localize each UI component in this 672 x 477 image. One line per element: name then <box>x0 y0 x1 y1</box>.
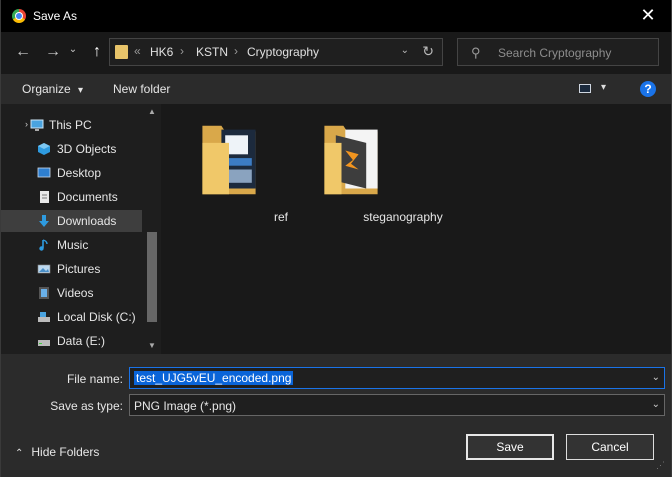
search-placeholder: Search Cryptography <box>498 46 612 60</box>
folder-icon <box>202 125 256 195</box>
up-arrow-icon[interactable]: ↑ <box>87 42 107 62</box>
scroll-down-icon[interactable]: ▼ <box>148 341 156 350</box>
file-name-value: test_UJG5vEU_encoded.png <box>134 371 294 385</box>
sidebar-item-label: Desktop <box>57 166 102 180</box>
sidebar-item-label: Downloads <box>57 214 117 228</box>
save-as-type-select[interactable]: PNG Image (*.png) ⌄ <box>129 394 665 416</box>
refresh-icon[interactable]: ↻ <box>422 43 434 60</box>
sidebar-item-label: Local Disk (C:) <box>57 310 136 324</box>
scrollbar-thumb[interactable] <box>147 232 157 322</box>
sidebar-scrollbar[interactable]: ▲ ▼ <box>144 104 160 354</box>
sidebar-item-label: Pictures <box>57 262 101 276</box>
pictures-icon <box>37 264 51 274</box>
hide-folders-label: Hide Folders <box>31 445 100 459</box>
search-icon: ⚲ <box>471 45 481 60</box>
view-options-icon[interactable] <box>579 84 591 93</box>
breadcrumb-cryptography[interactable]: Cryptography <box>247 45 319 59</box>
sidebar-item-music[interactable]: Music <box>1 234 142 256</box>
chrome-icon <box>12 9 26 23</box>
organize-chevron-icon: ▾ <box>78 85 84 96</box>
sidebar-item-3d-objects[interactable]: 3D Objects <box>1 138 142 160</box>
sidebar-item-label: Videos <box>57 286 94 300</box>
sidebar-item-label: This PC <box>49 118 92 132</box>
videos-icon <box>39 287 49 299</box>
help-icon[interactable]: ? <box>640 81 656 97</box>
folder-name: steganography <box>363 210 443 224</box>
folder-name: ref <box>273 210 288 224</box>
address-bar[interactable]: « HK6 › KSTN › Cryptography ⌄ ↻ <box>109 38 443 66</box>
sidebar-item-desktop[interactable]: Desktop <box>1 162 142 184</box>
save-as-dialog: Save As ✕ ← → ⌄ ↑ « HK6 › KSTN › Cryptog… <box>0 0 672 477</box>
hide-folders-button[interactable]: ⌃ Hide Folders <box>15 445 99 459</box>
view-options-chevron-icon[interactable]: ▾ <box>601 82 606 93</box>
sidebar-item-local-disk-c[interactable]: Local Disk (C:) <box>1 306 142 328</box>
save-button[interactable]: Save <box>466 434 554 460</box>
sidebar-item-videos[interactable]: Videos <box>1 282 142 304</box>
navigation-pane: › This PC 3D Objects Desktop Documents D… <box>1 104 161 354</box>
desktop-icon <box>37 167 51 178</box>
sidebar-item-this-pc[interactable]: › This PC <box>1 114 142 136</box>
chevron-down-icon[interactable]: ⌄ <box>652 372 660 383</box>
expand-chevron-icon[interactable]: › <box>25 119 28 129</box>
pc-icon <box>30 119 44 131</box>
scroll-up-icon[interactable]: ▲ <box>148 107 156 116</box>
file-list: ref steganography <box>161 104 671 354</box>
music-icon <box>39 239 48 251</box>
3d-objects-icon <box>38 143 50 155</box>
save-form: File name: test_UJG5vEU_encoded.png ⌄ Sa… <box>1 354 671 477</box>
back-arrow-icon[interactable]: ← <box>13 42 33 62</box>
breadcrumb-separator: › <box>180 44 184 58</box>
recent-locations-icon[interactable]: ⌄ <box>63 40 83 60</box>
cancel-button[interactable]: Cancel <box>566 434 654 460</box>
breadcrumb-hk6[interactable]: HK6 <box>150 45 173 59</box>
save-as-type-value: PNG Image (*.png) <box>134 399 237 413</box>
save-as-type-label: Save as type: <box>50 399 123 413</box>
command-bar: Organize ▾ New folder ▾ ? <box>1 74 671 104</box>
sidebar-item-label: Data (E:) <box>57 334 106 348</box>
navigation-bar: ← → ⌄ ↑ « HK6 › KSTN › Cryptography ⌄ ↻ … <box>1 32 671 74</box>
organize-label: Organize <box>22 82 71 96</box>
folder-icon <box>324 125 378 195</box>
new-folder-button[interactable]: New folder <box>113 82 170 96</box>
chevron-down-icon[interactable]: ⌄ <box>652 399 660 410</box>
search-box[interactable]: ⚲ Search Cryptography <box>457 38 659 66</box>
resize-grip-icon[interactable]: ⋰ <box>656 460 665 471</box>
breadcrumb-separator: › <box>234 44 238 58</box>
overflow-chevron-icon[interactable]: « <box>134 44 141 58</box>
sidebar-item-data-e[interactable]: Data (E:) <box>1 330 142 352</box>
address-dropdown-icon[interactable]: ⌄ <box>401 45 409 56</box>
organize-button[interactable]: Organize ▾ <box>22 82 83 96</box>
file-name-input[interactable]: test_UJG5vEU_encoded.png ⌄ <box>129 367 665 389</box>
forward-arrow-icon[interactable]: → <box>43 42 63 62</box>
downloads-icon <box>39 215 49 227</box>
title-bar: Save As ✕ <box>1 0 671 32</box>
sidebar-item-label: Documents <box>57 190 118 204</box>
breadcrumb-kstn[interactable]: KSTN <box>196 45 228 59</box>
sidebar-item-documents[interactable]: Documents <box>1 186 142 208</box>
sidebar-item-label: Music <box>57 238 89 252</box>
file-name-label: File name: <box>66 372 123 386</box>
local-disk-icon <box>38 312 50 322</box>
sidebar-item-label: 3D Objects <box>57 142 117 156</box>
sidebar-item-downloads[interactable]: Downloads <box>1 210 142 232</box>
sidebar-item-pictures[interactable]: Pictures <box>1 258 142 280</box>
window-title: Save As <box>33 9 78 23</box>
close-button[interactable]: ✕ <box>625 0 671 32</box>
documents-icon <box>40 191 49 203</box>
folder-icon <box>115 45 128 59</box>
chevron-up-icon: ⌃ <box>15 448 24 459</box>
drive-icon <box>38 340 50 346</box>
